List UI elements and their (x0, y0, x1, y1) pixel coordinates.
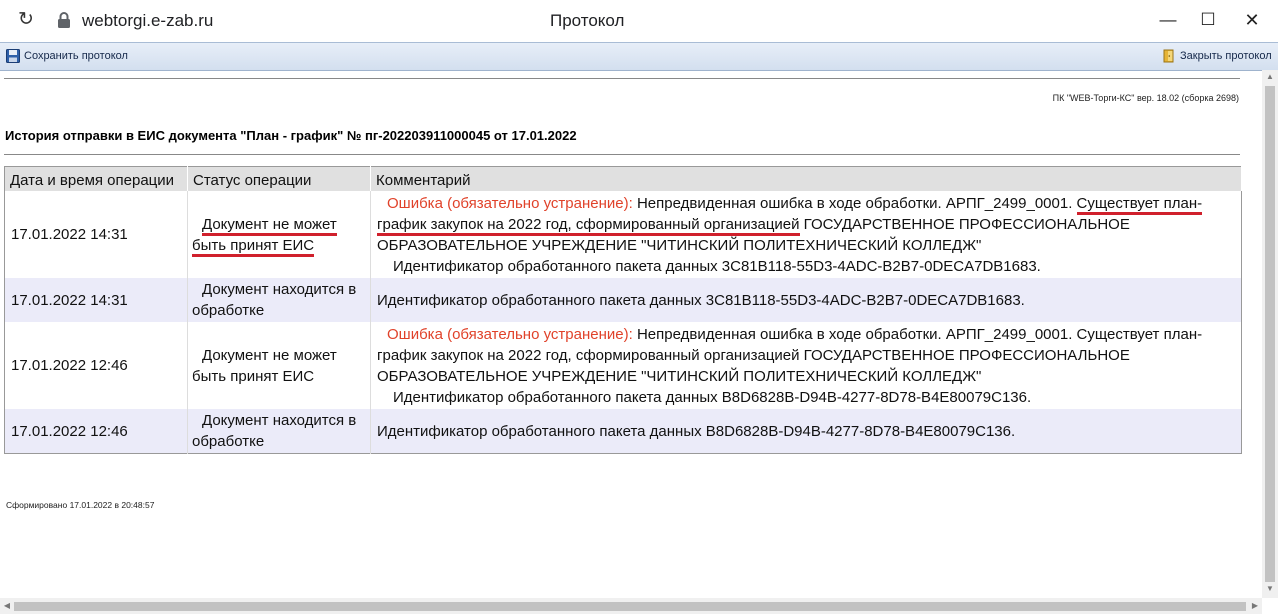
window-title: Протокол (550, 11, 625, 30)
horizontal-scrollbar[interactable]: ◀ ▶ (0, 598, 1262, 614)
comment-text: Непредвиденная ошибка в ходе обработки. … (632, 325, 1203, 343)
row-comment: Ошибка (обязательно устранение): Непредв… (370, 191, 1242, 278)
row-status: Документ не может быть принят ЕИС (187, 322, 371, 409)
status-line: быть принят ЕИС (192, 367, 315, 385)
app-toolbar: Сохранить протокол Закрыть протокол (0, 42, 1278, 71)
lock-icon[interactable] (55, 11, 73, 29)
comment-text: ОБРАЗОВАТЕЛЬНОЕ УЧРЕЖДЕНИЕ "ЧИТИНСКИЙ ПО… (377, 236, 982, 254)
row-datetime: 17.01.2022 14:31 (4, 191, 188, 278)
exit-door-icon (1163, 49, 1174, 63)
status-line: обработке (192, 433, 265, 450)
status-line: Документ находится в (202, 412, 357, 429)
error-prefix: Ошибка (обязательно устранение): (387, 325, 633, 343)
vertical-scrollbar[interactable]: ▲ ▼ (1262, 70, 1278, 598)
save-protocol-button[interactable]: Сохранить протокол (6, 47, 128, 65)
table-row: 17.01.2022 14:31 Документ не может быть … (4, 191, 1242, 278)
row-comment: Ошибка (обязательно устранение): Непредв… (370, 322, 1242, 409)
vertical-scroll-thumb[interactable] (1265, 86, 1275, 582)
comment-highlight: Существует план- (1076, 194, 1203, 215)
comment-highlight: график закупок на 2022 год, сформированн… (377, 215, 800, 236)
scroll-left-icon[interactable]: ◀ (0, 598, 14, 614)
horizontal-scroll-thumb[interactable] (14, 602, 1246, 611)
comment-text: ОБРАЗОВАТЕЛЬНОЕ УЧРЕЖДЕНИЕ "ЧИТИНСКИЙ ПО… (377, 367, 982, 385)
top-divider (4, 78, 1240, 79)
version-info: ПК "WEB-Торги-КС" вер. 18.02 (сборка 269… (1052, 93, 1239, 103)
row-datetime: 17.01.2022 12:46 (4, 409, 188, 454)
row-datetime: 17.01.2022 12:46 (4, 322, 188, 409)
reload-icon[interactable]: ↻ (16, 10, 36, 30)
comment-text: ГОСУДАРСТВЕННОЕ ПРОФЕССИОНАЛЬНОЕ (799, 215, 1130, 233)
generated-timestamp: Сформировано 17.01.2022 в 20:48:57 (6, 500, 155, 510)
report-content: ПК "WEB-Торги-КС" вер. 18.02 (сборка 269… (0, 70, 1262, 598)
package-id: Идентификатор обработанного пакета данны… (377, 291, 1025, 309)
row-comment: Идентификатор обработанного пакета данны… (370, 278, 1242, 322)
row-status: Документ находится в обработке (187, 409, 371, 454)
status-line: Документ не может (202, 346, 337, 364)
maximize-button[interactable]: ☐ (1196, 8, 1220, 32)
row-comment: Идентификатор обработанного пакета данны… (370, 409, 1242, 454)
history-table: Дата и время операции Статус операции Ко… (4, 166, 1242, 454)
minimize-button[interactable]: — (1156, 8, 1180, 32)
table-row: 17.01.2022 12:46 Документ не может быть … (4, 322, 1242, 409)
report-heading: История отправки в ЕИС документа "План -… (5, 128, 577, 143)
floppy-disk-icon (6, 49, 20, 63)
column-header-status: Статус операции (187, 166, 371, 191)
status-line: обработке (192, 302, 265, 319)
close-window-button[interactable]: ✕ (1240, 8, 1264, 32)
row-status: Документ находится в обработке (187, 278, 371, 322)
table-row: 17.01.2022 14:31 Документ находится в об… (4, 278, 1242, 322)
close-protocol-button[interactable]: Закрыть протокол (1162, 47, 1272, 65)
browser-titlebar: ↻ webtorgi.e-zab.ru Протокол — ☐ ✕ (0, 0, 1278, 42)
comment-text: график закупок на 2022 год, сформированн… (377, 346, 1130, 364)
package-id: Идентификатор обработанного пакета данны… (393, 388, 1032, 406)
table-header-row: Дата и время операции Статус операции Ко… (4, 166, 1242, 191)
package-id: Идентификатор обработанного пакета данны… (393, 257, 1041, 275)
scroll-right-icon[interactable]: ▶ (1248, 598, 1262, 614)
package-id: Идентификатор обработанного пакета данны… (377, 422, 1016, 440)
error-prefix: Ошибка (обязательно устранение): (387, 194, 633, 212)
row-datetime: 17.01.2022 14:31 (4, 278, 188, 322)
scroll-down-icon[interactable]: ▼ (1262, 582, 1278, 596)
column-header-comment: Комментарий (370, 166, 1242, 191)
status-line: Документ находится в (202, 281, 357, 298)
address-url[interactable]: webtorgi.e-zab.ru (82, 11, 213, 31)
table-row: 17.01.2022 12:46 Документ находится в об… (4, 409, 1242, 454)
status-line: быть принят ЕИС (192, 236, 315, 257)
row-status: Документ не может быть принят ЕИС (187, 191, 371, 278)
column-header-datetime: Дата и время операции (4, 166, 188, 191)
heading-divider (4, 154, 1240, 155)
status-line: Документ не может (202, 215, 337, 236)
close-protocol-label: Закрыть протокол (1180, 50, 1272, 62)
save-protocol-label: Сохранить протокол (24, 50, 128, 62)
comment-text: Непредвиденная ошибка в ходе обработки. … (632, 194, 1077, 212)
scroll-up-icon[interactable]: ▲ (1262, 70, 1278, 84)
